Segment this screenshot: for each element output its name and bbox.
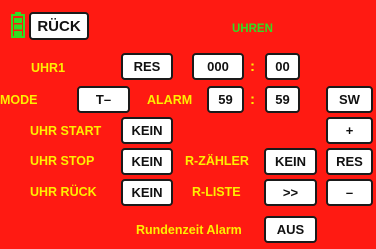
clock-stop-switch[interactable]: KEIN xyxy=(121,148,173,175)
switch-button[interactable]: SW xyxy=(326,86,373,113)
mode-label: MODE xyxy=(0,93,38,107)
alarm-separator: : xyxy=(250,91,255,108)
round-counter-switch[interactable]: KEIN xyxy=(264,148,317,175)
clock-start-label: UHR START xyxy=(30,124,102,138)
reset-clock-button[interactable]: RES xyxy=(121,53,173,80)
minus-button[interactable]: – xyxy=(326,179,373,206)
round-list-label: R-LISTE xyxy=(192,185,241,199)
alarm-seconds-field[interactable]: 59 xyxy=(265,86,300,113)
clock-back-label: UHR RÜCK xyxy=(30,185,97,199)
battery-icon xyxy=(11,12,25,38)
mode-select[interactable]: T– xyxy=(77,86,130,113)
clock-start-switch[interactable]: KEIN xyxy=(121,117,173,144)
page-title: UHREN xyxy=(232,23,273,35)
clock-seconds-field[interactable]: 00 xyxy=(265,53,300,80)
alarm-label: ALARM xyxy=(147,93,193,107)
clock-settings-screen: RÜCK UHREN UHR1 RES 000 : 00 MODE T– ALA… xyxy=(0,0,376,249)
clock-minutes-field[interactable]: 000 xyxy=(192,53,244,80)
alarm-minutes-field[interactable]: 59 xyxy=(207,86,244,113)
clock-label: UHR1 xyxy=(31,61,66,75)
back-button[interactable]: RÜCK xyxy=(29,12,89,40)
clock-stop-label: UHR STOP xyxy=(30,154,95,168)
lap-alarm-toggle[interactable]: AUS xyxy=(264,216,317,243)
plus-button[interactable]: + xyxy=(326,117,373,144)
clock-separator: : xyxy=(250,58,255,75)
reset-button[interactable]: RES xyxy=(326,148,373,175)
round-counter-label: R-ZÄHLER xyxy=(185,154,249,168)
lap-alarm-label: Rundenzeit Alarm xyxy=(136,223,242,237)
round-list-open-button[interactable]: >> xyxy=(264,179,317,206)
clock-back-switch[interactable]: KEIN xyxy=(121,179,173,206)
